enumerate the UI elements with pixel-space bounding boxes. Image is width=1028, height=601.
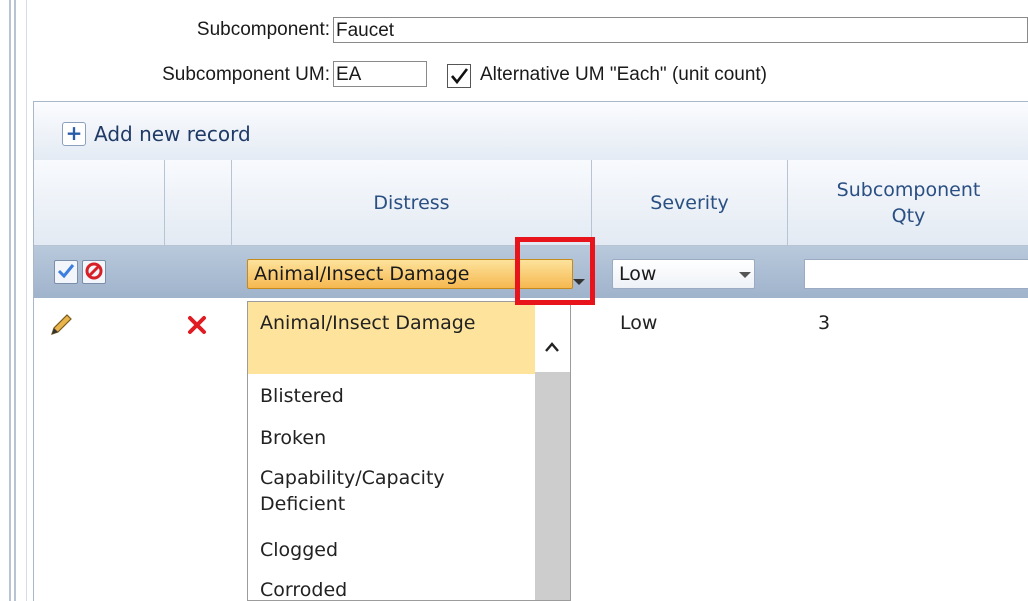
checkmark-icon	[57, 264, 75, 279]
subcomponent-um-label: Subcomponent UM:	[162, 64, 330, 85]
pencil-icon[interactable]	[48, 312, 74, 342]
severity-cell: Low	[620, 312, 658, 334]
list-item[interactable]: Capability/Capacity Deficient	[248, 465, 518, 517]
chevron-up-icon[interactable]	[545, 340, 559, 354]
alternative-um-checkbox[interactable]	[447, 64, 471, 88]
subcomponent-um-field[interactable]: EA	[333, 61, 427, 87]
chevron-down-icon[interactable]	[739, 272, 751, 278]
scrollbar-thumb[interactable]	[535, 372, 570, 600]
alternative-um-label: Alternative UM "Each" (unit count)	[480, 64, 767, 85]
list-item[interactable]: Clogged	[248, 537, 535, 563]
update-button[interactable]	[54, 260, 78, 284]
grid-toolbar: + Add new record	[34, 101, 1028, 161]
header-cell-distress[interactable]: Distress	[232, 160, 592, 245]
splitter-bar	[9, 0, 11, 601]
header-cell-severity[interactable]: Severity	[592, 160, 788, 245]
distress-combobox[interactable]: Animal/Insect Damage	[247, 259, 573, 289]
plus-icon[interactable]: +	[62, 122, 86, 146]
dropdown-scrollbar[interactable]	[535, 302, 570, 600]
add-new-record-button[interactable]: Add new record	[94, 122, 251, 146]
edit-row: Animal/Insect Damage Low	[34, 246, 1028, 298]
distress-dropdown-list: Animal/Insect Damage Blistered Broken Ca…	[247, 301, 571, 601]
grid-header: Distress Severity Subcomponent Qty	[34, 160, 1028, 246]
splitter-bar	[14, 0, 16, 601]
checkmark-icon	[451, 68, 469, 85]
header-cell-edit	[34, 160, 165, 245]
subcomponent-label: Subcomponent:	[196, 19, 330, 40]
qty-input[interactable]	[804, 259, 1028, 289]
subcomponent-field[interactable]: Faucet	[333, 17, 1028, 43]
delete-icon[interactable]	[186, 314, 208, 340]
header-cell-subcomponent-qty[interactable]: Subcomponent Qty	[788, 160, 1028, 245]
cancel-icon	[85, 262, 103, 280]
list-item[interactable]: Animal/Insect Damage	[248, 302, 535, 374]
severity-combobox[interactable]: Low	[612, 259, 755, 289]
header-cell-delete	[165, 160, 232, 245]
chevron-down-icon[interactable]	[573, 279, 585, 285]
qty-cell: 3	[818, 312, 831, 334]
list-item[interactable]: Broken	[248, 425, 535, 451]
list-item[interactable]: Blistered	[248, 383, 535, 409]
list-item[interactable]: Corroded	[248, 577, 535, 600]
panel-border	[26, 0, 27, 601]
cancel-button[interactable]	[82, 260, 106, 284]
